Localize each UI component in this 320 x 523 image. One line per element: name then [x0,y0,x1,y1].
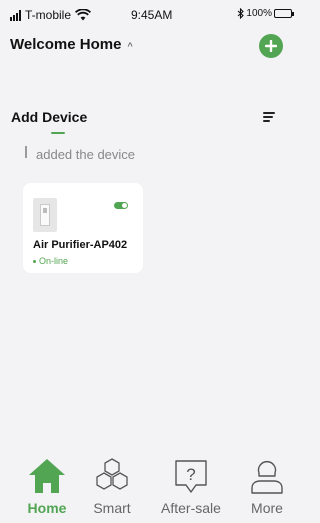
status-bar: T-mobile 9:45AM 100% [0,0,300,28]
subtitle-bar [25,146,27,158]
sort-icon[interactable] [263,112,275,124]
battery-icon [274,9,294,18]
battery-label: 100% [246,8,272,19]
caret-up-icon: ^ [127,40,133,51]
section-subtitle: added the device [36,147,136,162]
device-card[interactable]: Air Purifier-AP402 On-line [23,183,143,273]
section-title: Add Device [11,109,88,125]
home-icon [29,459,65,493]
status-time: 9:45AM [131,8,173,22]
carrier-label: T-mobile [25,8,72,22]
nav-after-sale[interactable]: ? After-sale [154,455,228,516]
status-left: T-mobile [10,8,92,22]
nav-home[interactable]: Home [22,455,72,516]
nav-more[interactable]: More [243,455,291,516]
bluetooth-icon [238,8,245,19]
device-name: Air Purifier-AP402 [33,239,128,251]
svg-text:?: ? [186,465,195,484]
add-button[interactable] [259,34,283,58]
nav-more-label: More [251,500,283,516]
device-status: On-line [33,256,68,266]
person-icon [251,460,283,494]
nav-after-sale-label: After-sale [161,500,221,516]
plus-icon [265,40,277,52]
status-right: 100% [237,8,294,19]
hexagon-cluster-icon [96,458,128,490]
device-status-label: On-line [39,256,69,266]
home-title: Welcome Home [10,36,122,53]
nav-smart-label: Smart [93,500,131,516]
status-dot-icon [33,259,36,263]
signal-icon [10,9,21,21]
section-underline [51,132,65,134]
question-chat-icon: ? [175,460,207,493]
nav-home-label: Home [27,500,67,516]
device-power-toggle[interactable] [114,202,128,209]
nav-smart[interactable]: Smart [87,455,137,516]
home-selector[interactable]: Welcome Home ^ [10,36,133,53]
wifi-icon [75,9,92,21]
bottom-nav: Home Smart ? After-sale More [0,455,300,523]
air-purifier-image [33,198,57,232]
